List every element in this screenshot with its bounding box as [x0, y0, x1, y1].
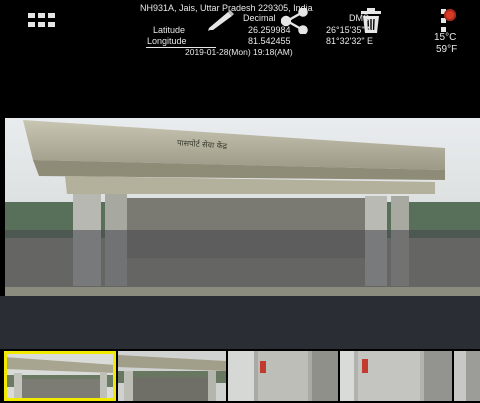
latitude-decimal: 26.259984 [248, 25, 291, 35]
decimal-header: Decimal [243, 13, 276, 23]
thumbnail-3[interactable] [228, 351, 338, 401]
longitude-label: Longitude [147, 36, 187, 46]
thumbnail-2[interactable] [118, 351, 226, 401]
address-label: NH931A, Jais, Uttar Pradesh 229305, Indi… [140, 3, 313, 13]
latitude-dms: 26°15'35" N [326, 25, 374, 35]
thumbnail-5[interactable] [454, 351, 480, 401]
thumbnail-1[interactable] [4, 351, 116, 401]
thumbnail-4[interactable] [340, 351, 452, 401]
weather-icon [444, 9, 456, 21]
longitude-dms: 81°32'32" E [326, 36, 374, 46]
photo-bottom-area [0, 296, 480, 349]
geotag-overlay [5, 230, 480, 287]
dms-header: DMS [349, 13, 369, 23]
temperature-celsius: 15°C [434, 32, 457, 43]
timestamp-label: 2019-01-28(Mon) 19:18(AM) [185, 47, 293, 57]
longitude-decimal: 81.542455 [248, 36, 291, 46]
filmstrip [0, 349, 480, 403]
latitude-label: Latitude [153, 25, 186, 35]
grid-icon[interactable] [24, 6, 60, 36]
temperature-fahrenheit: 59°F [436, 44, 458, 55]
gallery-viewer: पासपोर्ट सेवा केंद्र NH931A, Jais, Uttar… [0, 0, 480, 403]
